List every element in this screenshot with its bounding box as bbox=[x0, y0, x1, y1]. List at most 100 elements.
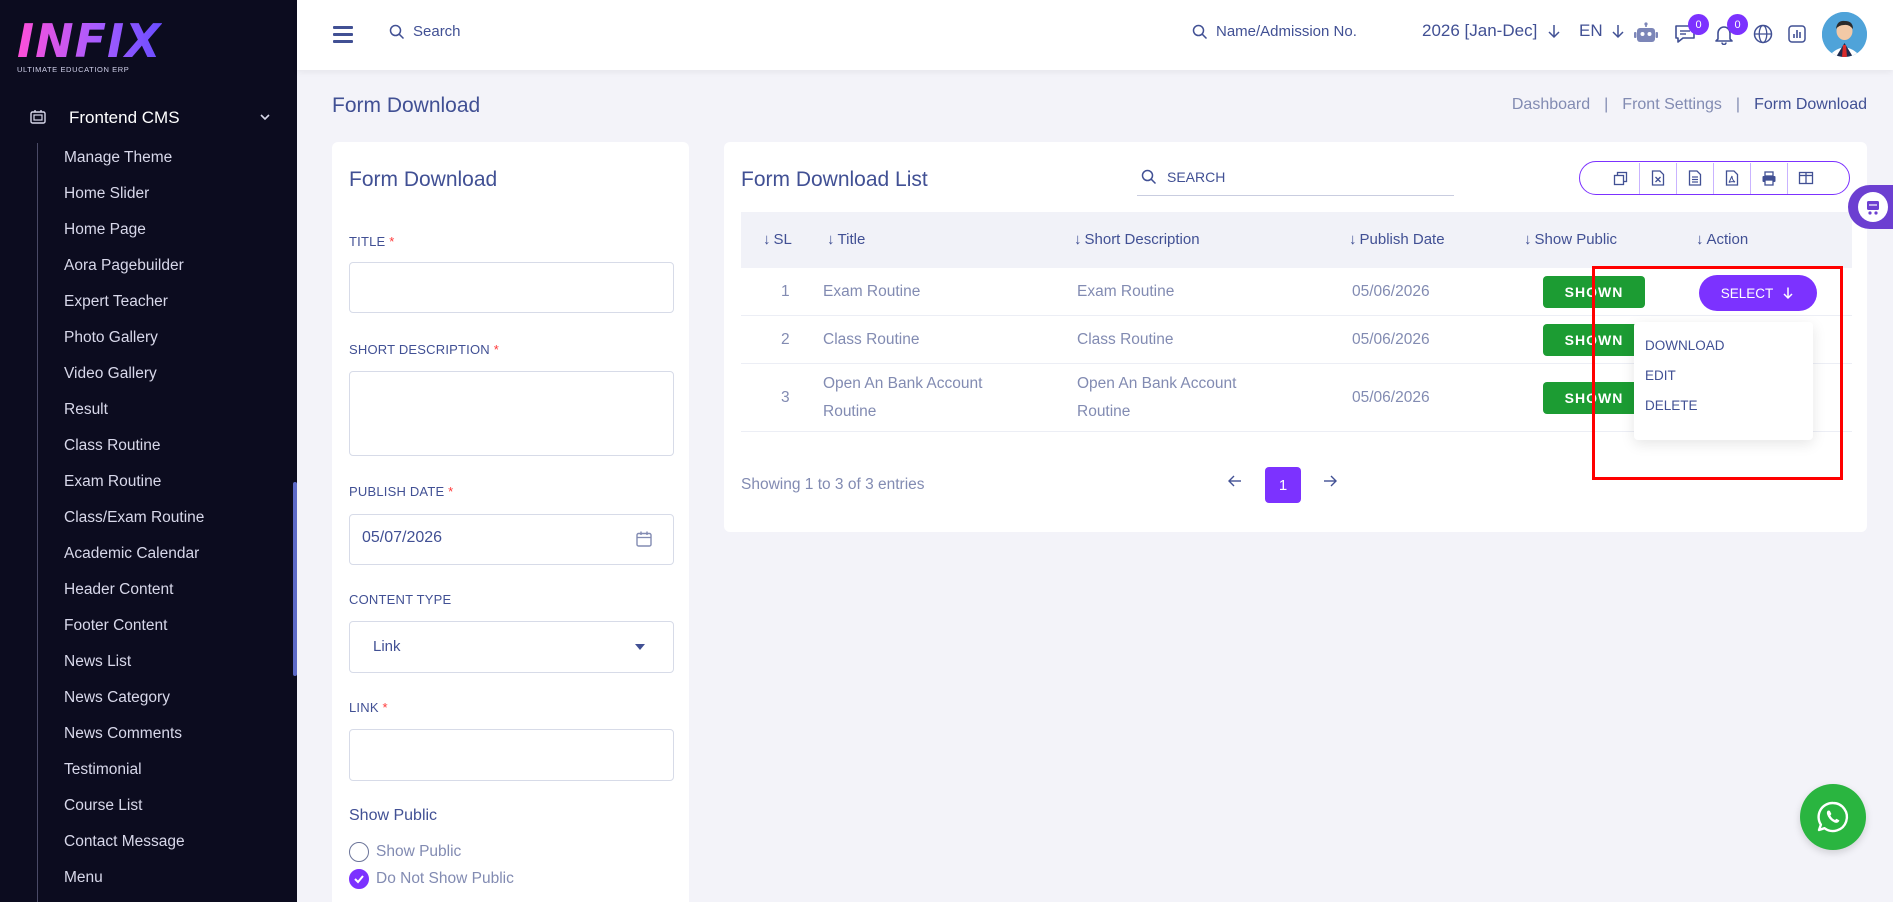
cell-short-description: Open An Bank Account Routine bbox=[1077, 375, 1237, 420]
prev-page-button[interactable] bbox=[1225, 471, 1245, 491]
column-header-sl[interactable]: ↓ SL bbox=[763, 231, 792, 248]
whatsapp-button[interactable] bbox=[1800, 784, 1866, 850]
column-header-label: SL bbox=[773, 231, 792, 248]
required-mark: * bbox=[382, 700, 388, 715]
sidebar-item-expert-teacher[interactable]: Expert Teacher bbox=[64, 292, 204, 328]
sidebar-item-menu[interactable]: Menu bbox=[64, 868, 204, 902]
title-label: TITLE * bbox=[349, 234, 394, 249]
sidebar-item-news-comments[interactable]: News Comments bbox=[64, 724, 204, 760]
search-icon bbox=[1192, 24, 1208, 39]
notification-count-badge: 0 bbox=[1727, 14, 1748, 35]
ai-assistant-button[interactable] bbox=[1632, 20, 1660, 48]
search-icon bbox=[1141, 169, 1157, 184]
excel-icon bbox=[1651, 170, 1665, 186]
avatar[interactable] bbox=[1822, 12, 1867, 57]
sidebar-item-news-list[interactable]: News List bbox=[64, 652, 204, 688]
publish-date-input[interactable]: 05/07/2026 bbox=[349, 514, 674, 565]
radio-do-not-show-public[interactable]: Do Not Show Public bbox=[349, 869, 514, 889]
sidebar-item-home-slider[interactable]: Home Slider bbox=[64, 184, 204, 220]
sidebar-item-class-exam-routine[interactable]: Class/Exam Routine bbox=[64, 508, 204, 544]
page-button-current[interactable]: 1 bbox=[1265, 467, 1301, 503]
notification-button[interactable]: 0 bbox=[1710, 14, 1748, 48]
pdf-button[interactable] bbox=[1713, 162, 1750, 194]
sidebar-item-class-routine[interactable]: Class Routine bbox=[64, 436, 204, 472]
next-page-button[interactable] bbox=[1320, 471, 1340, 491]
sort-arrow-icon: ↓ bbox=[1696, 231, 1704, 248]
radio-show-public[interactable]: Show Public bbox=[349, 842, 461, 862]
short-description-textarea[interactable] bbox=[349, 371, 674, 456]
calendar-icon[interactable] bbox=[635, 530, 653, 548]
robot-icon bbox=[1634, 22, 1658, 42]
arrow-down-icon bbox=[1548, 25, 1560, 39]
required-mark: * bbox=[493, 342, 499, 357]
arrow-down-icon bbox=[1612, 25, 1624, 39]
sort-arrow-icon: ↓ bbox=[1349, 231, 1357, 248]
sidebar-item-course-list[interactable]: Course List bbox=[64, 796, 204, 832]
menu-toggle-icon[interactable] bbox=[333, 26, 353, 43]
sidebar-item-photo-gallery[interactable]: Photo Gallery bbox=[64, 328, 204, 364]
print-button[interactable] bbox=[1750, 162, 1787, 194]
sidebar-item-contact-message[interactable]: Contact Message bbox=[64, 832, 204, 868]
csv-button[interactable] bbox=[1676, 162, 1713, 194]
column-header-publish-date[interactable]: ↓ Publish Date bbox=[1349, 231, 1445, 248]
sidebar-item-footer-content[interactable]: Footer Content bbox=[64, 616, 204, 652]
link-label-text: LINK bbox=[349, 700, 379, 715]
column-header-show-public[interactable]: ↓ Show Public bbox=[1524, 231, 1617, 248]
caret-down-icon bbox=[635, 644, 645, 650]
sidebar-item-academic-calendar[interactable]: Academic Calendar bbox=[64, 544, 204, 580]
arrow-right-icon bbox=[1324, 475, 1337, 487]
sidebar-scrollbar[interactable] bbox=[293, 482, 297, 676]
breadcrumb-current: Form Download bbox=[1754, 96, 1867, 113]
csv-icon bbox=[1688, 170, 1702, 186]
column-header-label: Publish Date bbox=[1359, 231, 1445, 248]
cell-publish-date: 05/06/2026 bbox=[1352, 283, 1430, 300]
sidebar-tree-line bbox=[37, 143, 38, 902]
column-header-action[interactable]: ↓ Action bbox=[1696, 231, 1748, 248]
radio-checked-icon[interactable] bbox=[349, 869, 369, 889]
sidebar: INFIX ULTIMATE EDUCATION ERP Frontend CM… bbox=[0, 0, 297, 902]
breadcrumb-front-settings[interactable]: Front Settings bbox=[1622, 96, 1722, 114]
language-selector[interactable]: EN bbox=[1579, 21, 1627, 41]
content-type-value: Link bbox=[373, 638, 401, 655]
excel-button[interactable] bbox=[1639, 162, 1676, 194]
user-avatar-icon bbox=[1822, 12, 1867, 57]
global-search[interactable]: Search bbox=[389, 23, 461, 40]
logo[interactable]: INFIX ULTIMATE EDUCATION ERP bbox=[17, 18, 162, 74]
sidebar-item-header-content[interactable]: Header Content bbox=[64, 580, 204, 616]
cell-title: Open An Bank Account Routine bbox=[823, 375, 983, 420]
arrow-left-icon bbox=[1228, 475, 1241, 487]
sidebar-item-manage-theme[interactable]: Manage Theme bbox=[64, 148, 204, 184]
sidebar-item-video-gallery[interactable]: Video Gallery bbox=[64, 364, 204, 400]
column-header-short-description[interactable]: ↓ Short Description bbox=[1074, 231, 1200, 248]
copy-button[interactable] bbox=[1602, 163, 1639, 194]
link-input[interactable] bbox=[349, 729, 674, 781]
session-selector[interactable]: 2026 [Jan-Dec] bbox=[1422, 21, 1563, 41]
sidebar-item-aora-pagebuilder[interactable]: Aora Pagebuilder bbox=[64, 256, 204, 292]
reports-button[interactable] bbox=[1783, 20, 1811, 48]
list-search-input[interactable]: SEARCH bbox=[1137, 158, 1454, 196]
chat-button[interactable]: 0 bbox=[1671, 14, 1709, 48]
show-public-label: Show Public bbox=[349, 807, 438, 824]
breadcrumb-dashboard[interactable]: Dashboard bbox=[1512, 96, 1590, 114]
sidebar-item-exam-routine[interactable]: Exam Routine bbox=[64, 472, 204, 508]
content-type-label: CONTENT TYPE bbox=[349, 592, 452, 607]
list-search-label: SEARCH bbox=[1167, 168, 1226, 185]
breadcrumb-separator: | bbox=[1735, 96, 1741, 113]
column-header-title[interactable]: ↓ Title bbox=[827, 231, 865, 248]
columns-button[interactable] bbox=[1787, 162, 1824, 194]
column-header-label: Short Description bbox=[1084, 231, 1200, 248]
content-type-select[interactable]: Link bbox=[349, 621, 674, 673]
search-icon bbox=[389, 24, 405, 39]
website-button[interactable] bbox=[1749, 20, 1777, 48]
form-download-card: Form Download TITLE * SHORT DESCRIPTION … bbox=[332, 142, 689, 902]
sidebar-item-testimonial[interactable]: Testimonial bbox=[64, 760, 204, 796]
radio-unchecked-icon[interactable] bbox=[349, 842, 369, 862]
page-title: Form Download bbox=[332, 94, 481, 117]
title-input[interactable] bbox=[349, 262, 674, 313]
sidebar-item-news-category[interactable]: News Category bbox=[64, 688, 204, 724]
sidebar-section-frontend-cms[interactable]: Frontend CMS bbox=[0, 102, 297, 132]
cart-fab-button[interactable] bbox=[1848, 185, 1893, 229]
sidebar-item-result[interactable]: Result bbox=[64, 400, 204, 436]
admission-search[interactable]: Name/Admission No. bbox=[1192, 23, 1357, 40]
sidebar-item-home-page[interactable]: Home Page bbox=[64, 220, 204, 256]
